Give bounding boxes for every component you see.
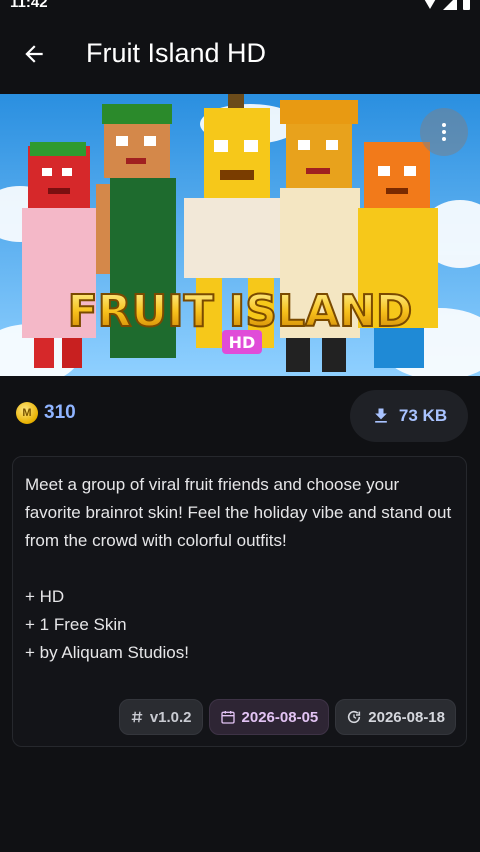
description-card: Meet a group of viral fruit friends and … [12, 456, 467, 747]
arrow-left-icon [25, 45, 43, 63]
description-text: Meet a group of viral fruit friends and … [25, 475, 452, 662]
svg-text:HD: HD [229, 333, 256, 352]
meta-chips: v1.0.2 2026-08-05 2026-08-18 [118, 699, 456, 735]
more-options-button[interactable] [420, 108, 468, 156]
status-time: 11:42 [10, 0, 48, 11]
file-size-label: 73 KB [398, 406, 448, 425]
updated-date-chip: 2026-08-18 [335, 699, 456, 735]
status-bar: 11:42 [0, 0, 480, 14]
created-date-label: 2026-08-05 [241, 708, 319, 726]
app-bar: Fruit Island HD [0, 14, 480, 94]
download-size-button[interactable]: 73 KB [350, 390, 468, 442]
hash-icon [131, 711, 143, 723]
more-vert-icon [442, 123, 446, 141]
update-icon [348, 710, 361, 724]
version-label: v1.0.2 [149, 708, 192, 726]
calendar-icon [220, 711, 235, 724]
coin-icon: M [16, 402, 38, 424]
price-value: 310 [44, 402, 76, 423]
battery-icon [463, 0, 470, 10]
wifi-icon [423, 0, 437, 9]
back-button[interactable] [14, 34, 54, 74]
download-icon [375, 408, 387, 423]
status-icons [423, 0, 470, 10]
banner-image: FRUIT ISLAND HD [0, 94, 480, 376]
created-date-chip: 2026-08-05 [208, 699, 330, 735]
updated-date-label: 2026-08-18 [368, 708, 445, 726]
version-chip: v1.0.2 [118, 699, 203, 735]
price: M 310 [16, 402, 76, 424]
svg-text:FRUIT ISLAND: FRUIT ISLAND [68, 286, 413, 337]
cell-signal-icon [443, 0, 457, 10]
page-title: Fruit Island HD [86, 38, 267, 68]
